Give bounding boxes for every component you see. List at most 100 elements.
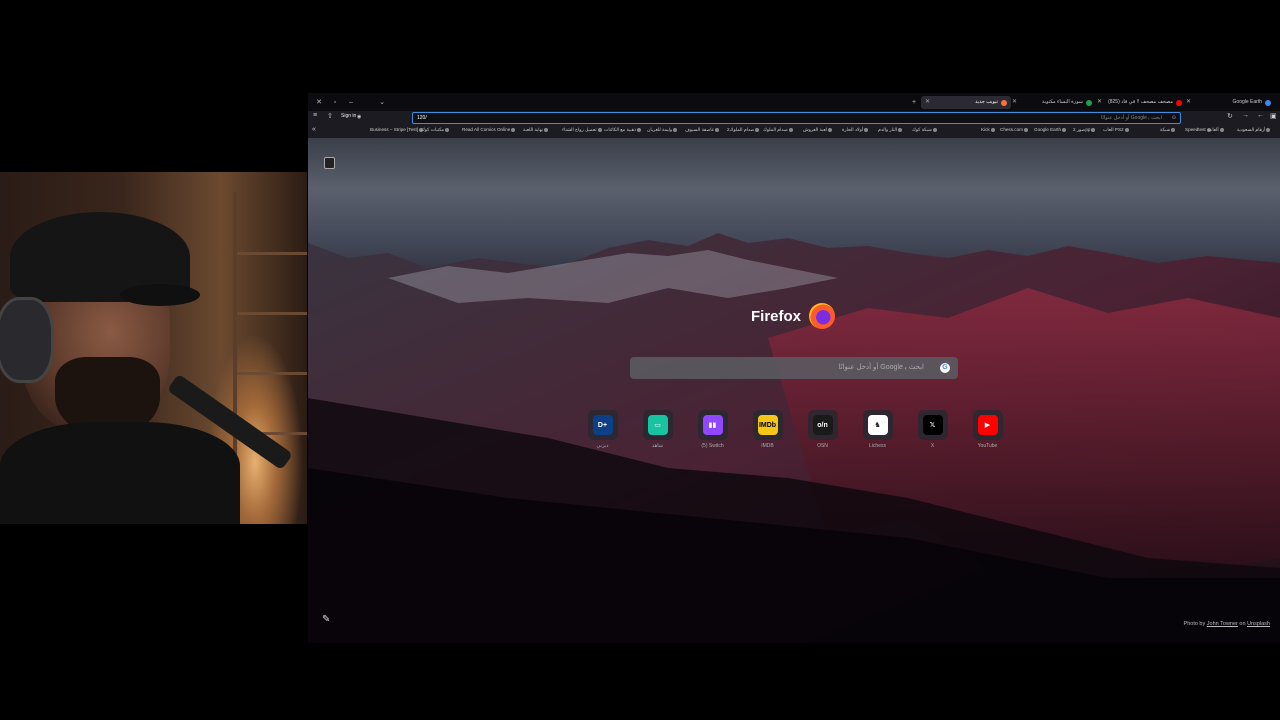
bookmark-item[interactable]: عاصفة السيوف [685,125,720,135]
headphones [0,297,54,383]
bookmark-item[interactable]: صدام الملوك [763,125,793,135]
top-site-label: OSN [817,443,828,449]
search-box[interactable]: ابحث ب‍ Google أو أدخل عنوانًا G [630,357,958,379]
bookmark-item[interactable]: النار والدم [878,125,903,135]
sign-in-button[interactable]: Sign in [341,113,356,119]
tab-bar: ✕ ▫ – ⌄ + ✕ تبويب جديد ✕ سورة النساء مكت… [308,93,1280,111]
top-sites: D+ ديزني ▭ شاهد ▮▮ (5) Switch IMDb IMDB o/n OSN ♞ L… [584,410,1006,449]
top-site-tile[interactable]: o/n OSN [804,410,841,449]
top-site-tile[interactable]: ▭ شاهد [639,410,676,449]
navigation-toolbar: ≡ ⇧ Sign in ◉ 120/ ابحث ب‍ Google أو أدخ… [308,111,1280,124]
bookmark-favicon-icon [1062,128,1067,132]
bookmark-favicon-icon [1023,128,1028,132]
bookmark-item[interactable]: Read All Comics Online [462,125,516,135]
tab-favicon-icon [1086,99,1092,106]
top-site-tile[interactable]: ▮▮ (5) Switch [694,410,731,449]
bookmark-favicon-icon [1266,128,1271,132]
bookmark-item[interactable]: Google Earth [1034,125,1067,135]
mountain-background [308,233,1280,643]
list-tabs-icon[interactable]: ⌄ [373,98,391,106]
bookmark-favicon-icon [597,128,602,132]
close-tab-icon[interactable]: ✕ [1097,96,1102,109]
top-site-icon-box[interactable]: ♞ [862,410,893,440]
bookmark-favicon-icon [1124,128,1129,132]
edit-icon[interactable]: ✎ [322,614,330,625]
top-site-label: شاهد [652,443,663,449]
firefox-wordmark: Firefox [751,307,802,325]
unsplash-link[interactable]: Unsplash [1247,621,1270,627]
reload-icon[interactable]: ↻ [1227,112,1233,120]
bookmark-favicon-icon [788,128,793,132]
customize-icon[interactable] [324,157,335,169]
bookmark-item[interactable]: أرقام السعودية [1237,125,1271,135]
bookmark-item[interactable]: Kick [981,125,995,135]
back-icon[interactable]: ← [1257,112,1264,119]
bookmarks-toolbar: « Business – Stripe [Test] مكتبات كوك Read… [308,125,1280,135]
bookmark-item[interactable]: مكتبات كوك [421,125,450,135]
top-site-tile[interactable]: 𝕏X [914,410,951,449]
url-bar[interactable]: 120/ ابحث ب‍ Google أو أدخل عنوانًا ⊙ [412,112,1181,124]
top-site-icon-box[interactable]: D+ [587,410,618,440]
new-tab-page: Firefox ابحث ب‍ Google أو أدخل عنوانًا G… [308,138,1280,643]
top-site-tile[interactable]: D+ ديزني [584,410,621,449]
top-site-icon-box[interactable]: ▭ [642,410,673,440]
url-input[interactable]: 120/ [417,113,427,123]
bookmark-item[interactable]: وليمة للغربان [647,125,678,135]
top-site-icon-box[interactable]: o/n [807,410,838,440]
bookmark-favicon-icon [544,128,549,132]
forward-icon[interactable]: → [1242,112,1249,119]
top-site-icon-box[interactable]: ▮▮ [697,410,728,440]
bookmark-item[interactable]: صدام الملوك2 [727,125,760,135]
bookmark-item[interactable]: ألعاب [1208,125,1224,135]
bookmark-item[interactable]: Chess.com [1000,125,1028,135]
disney-plus-icon: D+ [592,415,613,435]
bookmark-item[interactable]: العاب PS2 [1103,125,1129,135]
bookmark-item[interactable]: ذهبية مع الكائنات [604,125,642,135]
account-icon[interactable]: ◉ [357,114,361,120]
search-engine-icon[interactable]: ⊙ [1172,113,1176,123]
top-site-tile[interactable]: ▶ YouTube [969,410,1006,449]
url-placeholder: ابحث ب‍ Google أو أدخل عنوانًا [1100,115,1162,121]
bookmark-item[interactable]: Business – Stripe [Test] [370,125,424,135]
extensions-icon[interactable]: ⇧ [327,112,333,120]
tab-youtube-video[interactable]: ✕ (825) مصحف مصحف !! في فاد [1093,96,1186,109]
bookmark-item[interactable]: شبكة [1160,125,1176,135]
x-icon: 𝕏 [922,415,943,435]
close-tab-icon[interactable]: ✕ [1012,96,1017,109]
bookmark-favicon-icon [1171,128,1176,132]
tab-new-tab[interactable]: ✕ تبويب جديد [921,96,1011,109]
bookmark-item[interactable]: أولاد الحارة [842,125,869,135]
bookmark-item[interactable]: صور 2pp [1073,125,1096,135]
top-site-icon-box[interactable]: IMDb [752,410,783,440]
photo-credit: Photo by John Towner on Unsplash [1183,621,1270,627]
top-site-tile[interactable]: ♞ Lichess [859,410,896,449]
tab-google-earth[interactable]: ✕ Google Earth [1182,96,1275,109]
photo-author-link[interactable]: John Towner [1207,621,1238,627]
top-site-label: (5) Switch [701,443,724,449]
minimize-window-icon[interactable]: – [342,99,360,106]
bookmark-item[interactable]: Speedtest [1185,125,1211,135]
bookmark-item[interactable]: تحميل رواج الشتاء [562,125,602,135]
top-site-label: YouTube [977,443,998,449]
streamer-body [0,422,240,524]
bookmark-favicon-icon [990,128,995,132]
bookmark-item[interactable]: لعبة العروش [803,125,832,135]
top-site-icon-box[interactable]: 𝕏 [917,410,948,440]
top-site-tile[interactable]: IMDb IMDB [749,410,786,449]
close-tab-icon[interactable]: ✕ [925,96,930,109]
menu-icon[interactable]: ≡ [313,112,317,119]
twitch-icon: ▮▮ [702,415,723,435]
top-site-label: X [930,443,935,449]
bookmark-item[interactable]: نهاية اللعبة [523,125,549,135]
bookmark-favicon-icon [637,128,642,132]
tab-surah[interactable]: ✕ سورة النساء مكتوبة [1008,96,1096,109]
bookmark-favicon-icon [864,128,869,132]
bookmark-item[interactable]: شبكة كوك [912,125,937,135]
lichess-icon: ♞ [867,415,888,435]
sidebar-icon[interactable]: ▣ [1270,112,1277,120]
close-tab-icon[interactable]: ✕ [1186,96,1191,109]
bookmarks-overflow-icon[interactable]: « [312,125,316,135]
top-site-icon-box[interactable]: ▶ [972,410,1003,440]
top-site-label: IMDB [761,443,774,449]
osn-icon: o/n [812,415,833,435]
